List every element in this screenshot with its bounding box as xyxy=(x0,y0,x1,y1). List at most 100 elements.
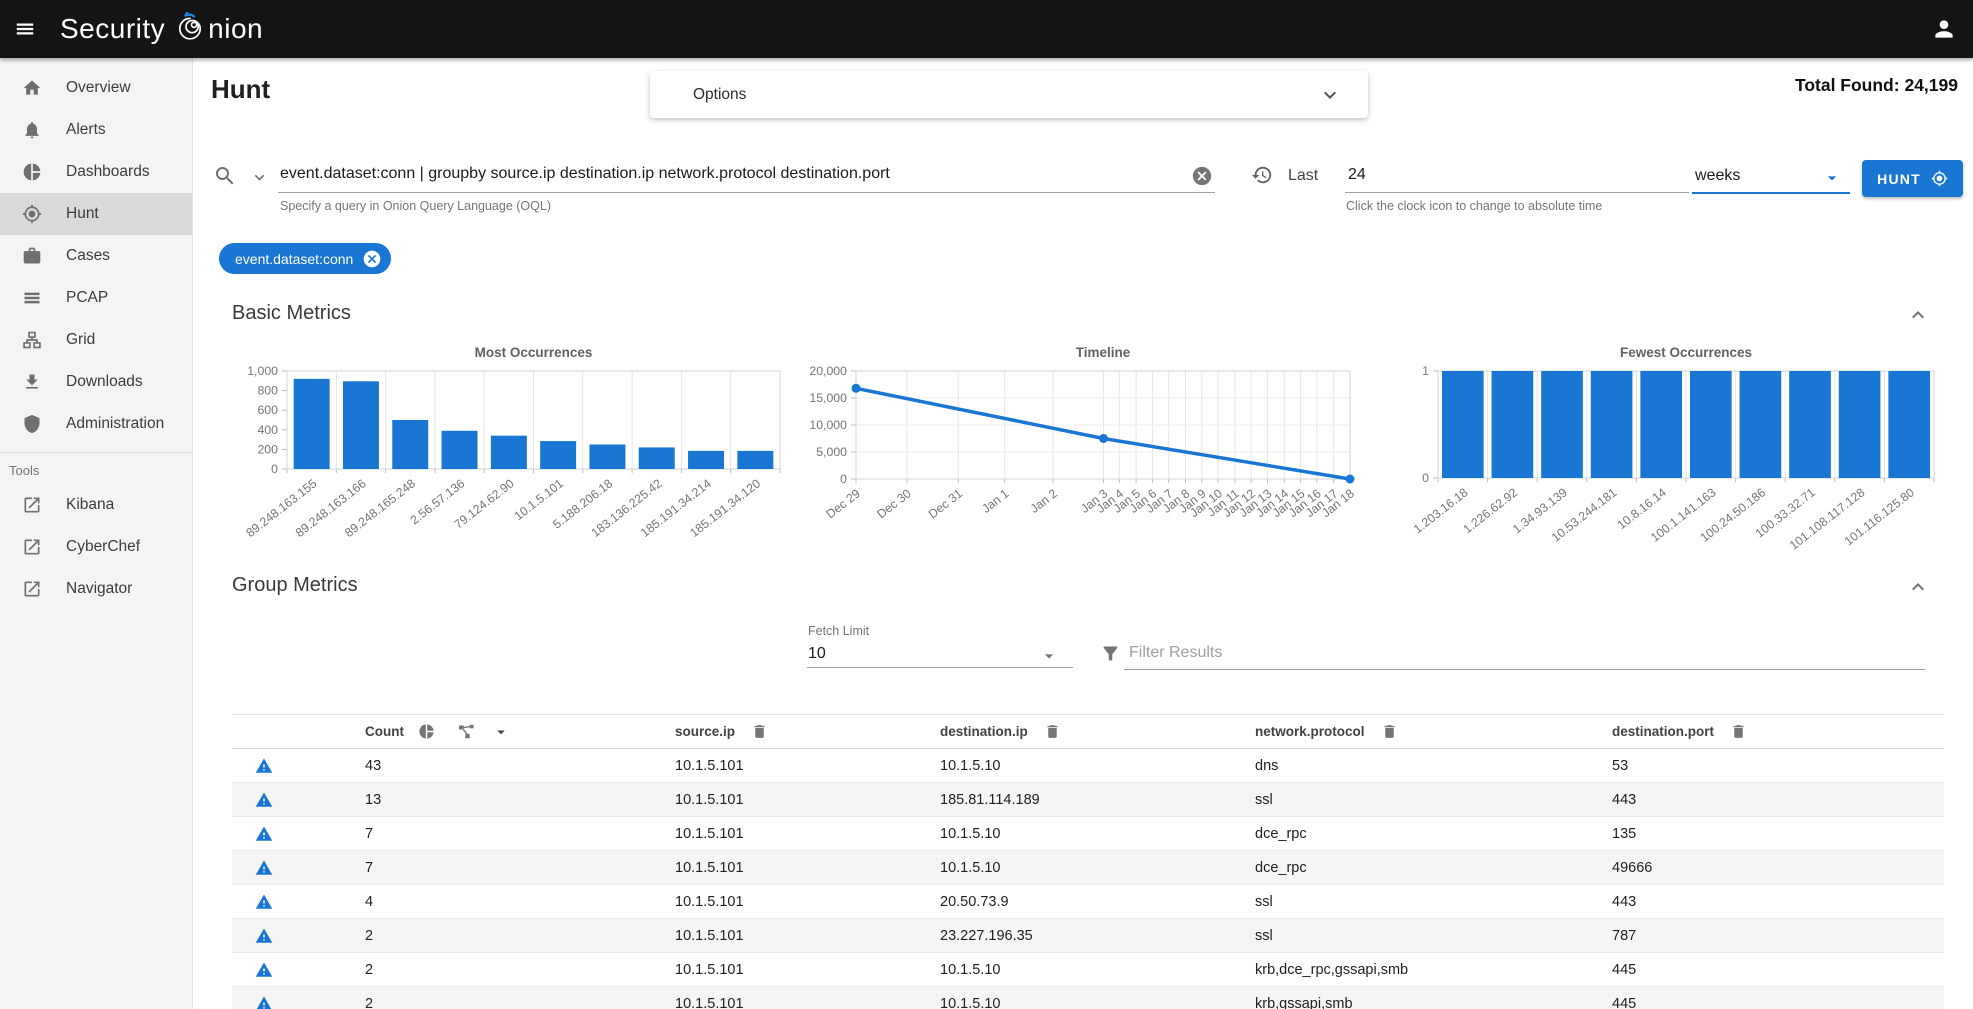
caret-down-icon[interactable] xyxy=(492,723,510,741)
sidebar-item-alerts[interactable]: Alerts xyxy=(0,109,192,151)
cell-value[interactable]: 185.81.114.189 xyxy=(940,792,1040,808)
time-unit-select[interactable]: weeks xyxy=(1692,160,1850,192)
hamburger-menu-icon[interactable] xyxy=(14,18,36,40)
sidebar-item-hunt[interactable]: Hunt xyxy=(0,193,192,235)
warning-icon[interactable] xyxy=(255,859,273,877)
cell-value[interactable]: 445 xyxy=(1612,996,1636,1009)
column-header-source.ip[interactable]: source.ip xyxy=(675,724,735,739)
cell-value[interactable]: 443 xyxy=(1612,792,1636,808)
cell-value[interactable]: 2 xyxy=(365,962,373,978)
clock-history-icon[interactable] xyxy=(1251,164,1273,186)
cell-value[interactable]: 43 xyxy=(365,758,381,774)
cell-value[interactable]: 10.1.5.101 xyxy=(675,860,744,876)
column-header-destination.ip[interactable]: destination.ip xyxy=(940,724,1028,739)
top-navbar: Security nion xyxy=(0,0,1973,58)
sidebar-item-pcap[interactable]: PCAP xyxy=(0,277,192,319)
cell-value[interactable]: 10.1.5.10 xyxy=(940,826,1000,842)
cell-value[interactable]: 10.1.5.10 xyxy=(940,860,1000,876)
sidebar-item-grid[interactable]: Grid xyxy=(0,319,192,361)
sidebar-tool-kibana[interactable]: Kibana xyxy=(0,484,192,526)
cell-value[interactable]: 7 xyxy=(365,826,373,842)
brand-logo[interactable]: Security nion xyxy=(60,0,263,58)
sidebar-item-label: Overview xyxy=(66,79,131,97)
user-icon[interactable] xyxy=(1931,16,1957,42)
cell-value[interactable]: 53 xyxy=(1612,758,1628,774)
cell-value[interactable]: 4 xyxy=(365,894,373,910)
cell-value[interactable]: krb,dce_rpc,gssapi,smb xyxy=(1255,962,1408,978)
pie-chart-icon[interactable] xyxy=(418,723,435,740)
fetch-limit-select[interactable]: 10 xyxy=(807,642,1073,668)
collapse-basic-metrics-icon[interactable] xyxy=(1906,303,1930,327)
hunt-button[interactable]: HUNT xyxy=(1862,160,1963,197)
sidebar-item-administration[interactable]: Administration xyxy=(0,403,192,445)
cell-value[interactable]: 49666 xyxy=(1612,860,1652,876)
column-header-count[interactable]: Count xyxy=(365,724,404,739)
warning-icon[interactable] xyxy=(255,927,273,945)
svg-text:Jan 2: Jan 2 xyxy=(1028,486,1060,516)
warning-icon[interactable] xyxy=(255,961,273,979)
trash-icon[interactable] xyxy=(1381,723,1398,740)
sidebar-nav-list: Overview AlertsDashboards Hunt CasesPCAPGri… xyxy=(0,67,192,445)
sidebar-item-dashboards[interactable]: Dashboards xyxy=(0,151,192,193)
svg-text:Dec 31: Dec 31 xyxy=(926,486,965,521)
sidebar-item-label: Hunt xyxy=(66,205,99,223)
cell-value[interactable]: dce_rpc xyxy=(1255,860,1307,876)
cell-value[interactable]: 13 xyxy=(365,792,381,808)
cell-value[interactable]: 10.1.5.101 xyxy=(675,996,744,1009)
trash-icon[interactable] xyxy=(1044,723,1061,740)
sidebar-item-cases[interactable]: Cases xyxy=(0,235,192,277)
warning-icon[interactable] xyxy=(255,791,273,809)
warning-icon[interactable] xyxy=(255,995,273,1009)
trash-icon[interactable] xyxy=(1730,723,1747,740)
cell-value[interactable]: 135 xyxy=(1612,826,1636,842)
sidebar-tool-navigator[interactable]: Navigator xyxy=(0,568,192,610)
cell-value[interactable]: 445 xyxy=(1612,962,1636,978)
warning-icon[interactable] xyxy=(255,893,273,911)
filter-chip[interactable]: event.dataset:conn xyxy=(219,243,391,274)
cell-value[interactable]: dns xyxy=(1255,758,1278,774)
remove-filter-icon[interactable] xyxy=(362,249,382,269)
trash-icon[interactable] xyxy=(751,723,768,740)
cell-value[interactable]: ssl xyxy=(1255,792,1273,808)
external-link-icon xyxy=(22,537,42,557)
cell-value[interactable]: 2 xyxy=(365,996,373,1009)
warning-icon[interactable] xyxy=(255,825,273,843)
clear-query-icon[interactable] xyxy=(1191,165,1213,187)
cell-value[interactable]: 10.1.5.101 xyxy=(675,928,744,944)
cell-value[interactable]: dce_rpc xyxy=(1255,826,1307,842)
cell-value[interactable]: 10.1.5.101 xyxy=(675,826,744,842)
cell-value[interactable]: 2 xyxy=(365,928,373,944)
query-input[interactable] xyxy=(280,165,1180,183)
svg-text:200: 200 xyxy=(257,442,278,456)
time-value-input[interactable] xyxy=(1348,166,1648,184)
cell-value[interactable]: 10.1.5.101 xyxy=(675,962,744,978)
cell-value[interactable]: 20.50.73.9 xyxy=(940,894,1009,910)
column-header-destination.port[interactable]: destination.port xyxy=(1612,724,1714,739)
fetch-limit-label: Fetch Limit xyxy=(808,624,869,638)
cell-value[interactable]: 10.1.5.10 xyxy=(940,962,1000,978)
sidebar-item-overview[interactable]: Overview xyxy=(0,67,192,109)
filter-results-input[interactable] xyxy=(1129,644,1919,662)
sidebar-tool-cyberchef[interactable]: CyberChef xyxy=(0,526,192,568)
cell-value[interactable]: krb,gssapi,smb xyxy=(1255,996,1353,1009)
sankey-icon[interactable] xyxy=(457,722,476,741)
search-icon[interactable] xyxy=(213,164,237,188)
cell-value[interactable]: 7 xyxy=(365,860,373,876)
cell-value[interactable]: 10.1.5.101 xyxy=(675,758,744,774)
cell-value[interactable]: 787 xyxy=(1612,928,1636,944)
cell-value[interactable]: 10.1.5.10 xyxy=(940,996,1000,1009)
cell-value[interactable]: ssl xyxy=(1255,894,1273,910)
warning-icon[interactable] xyxy=(255,757,273,775)
cell-value[interactable]: 10.1.5.101 xyxy=(675,894,744,910)
cell-value[interactable]: 443 xyxy=(1612,894,1636,910)
cell-value[interactable]: ssl xyxy=(1255,928,1273,944)
cell-value[interactable]: 10.1.5.10 xyxy=(940,758,1000,774)
sidebar-item-downloads[interactable]: Downloads xyxy=(0,361,192,403)
options-dropdown[interactable]: Options xyxy=(650,71,1368,118)
cell-value[interactable]: 23.227.196.35 xyxy=(940,928,1033,944)
svg-text:Fewest Occurrences: Fewest Occurrences xyxy=(1620,345,1752,360)
query-history-chevron-icon[interactable] xyxy=(250,168,269,187)
cell-value[interactable]: 10.1.5.101 xyxy=(675,792,744,808)
collapse-group-metrics-icon[interactable] xyxy=(1906,575,1930,599)
column-header-network.protocol[interactable]: network.protocol xyxy=(1255,724,1365,739)
